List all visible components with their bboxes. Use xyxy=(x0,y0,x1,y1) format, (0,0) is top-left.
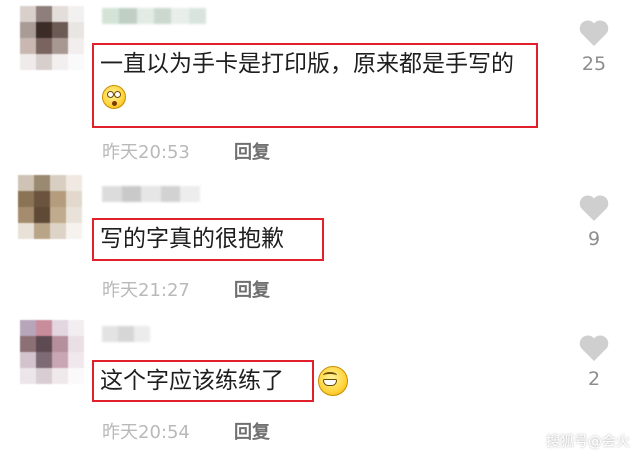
avatar-mosaic-tile xyxy=(52,38,68,54)
comment-timestamp: 昨天21:27 xyxy=(102,280,190,301)
grinning-face-emoji-icon xyxy=(318,366,348,396)
avatar-mosaic-tile xyxy=(68,22,84,38)
avatar-mosaic-tile xyxy=(36,352,52,368)
like-button[interactable]: 2 xyxy=(576,333,612,390)
comment-timestamp: 昨天20:53 xyxy=(102,142,190,163)
avatar-mosaic-tile xyxy=(66,175,82,191)
username[interactable] xyxy=(102,326,150,342)
username-mosaic-tile xyxy=(180,186,200,202)
avatar-mosaic-tile xyxy=(52,336,68,352)
avatar-mosaic-tile xyxy=(52,22,68,38)
username-mosaic-tile xyxy=(171,8,189,24)
avatar[interactable] xyxy=(20,6,84,70)
avatar-mosaic-tile xyxy=(68,54,84,70)
username-mosaic-tile xyxy=(121,186,142,202)
username-mosaic-tile xyxy=(136,8,154,24)
avatar-mosaic-tile xyxy=(18,207,34,223)
avatar-mosaic-tile xyxy=(50,175,66,191)
reply-button[interactable]: 回复 xyxy=(234,138,270,164)
avatar-mosaic-tile xyxy=(68,6,84,22)
avatar-mosaic-tile xyxy=(34,191,50,207)
avatar-mosaic-tile xyxy=(52,6,68,22)
reply-button[interactable]: 回复 xyxy=(234,418,270,444)
avatar-mosaic-tile xyxy=(68,336,84,352)
surprised-face-emoji-icon xyxy=(102,85,126,109)
heart-icon xyxy=(579,195,609,221)
avatar-mosaic-tile xyxy=(34,175,50,191)
username-mosaic-tile xyxy=(141,186,161,202)
avatar-mosaic-tile xyxy=(36,6,52,22)
avatar-mosaic-tile xyxy=(52,368,68,384)
avatar-mosaic-tile xyxy=(68,368,84,384)
username-mosaic-tile xyxy=(119,8,137,24)
username[interactable] xyxy=(102,186,200,202)
avatar-mosaic-tile xyxy=(50,223,66,239)
like-count: 25 xyxy=(581,53,607,75)
avatar[interactable] xyxy=(20,320,84,384)
username[interactable] xyxy=(102,8,206,24)
avatar-mosaic-tile xyxy=(36,38,52,54)
avatar-mosaic-tile xyxy=(34,207,50,223)
avatar-mosaic-tile xyxy=(66,207,82,223)
avatar-mosaic-tile xyxy=(18,223,34,239)
avatar-mosaic-tile xyxy=(20,352,36,368)
avatar-mosaic-tile xyxy=(20,54,36,70)
avatar-mosaic-tile xyxy=(68,352,84,368)
username-mosaic-tile xyxy=(153,8,172,24)
avatar-mosaic-tile xyxy=(36,320,52,336)
comment-text-content: 这个字应该练练了 xyxy=(100,368,284,394)
avatar-mosaic-tile xyxy=(68,320,84,336)
like-count: 2 xyxy=(587,368,601,390)
heart-icon xyxy=(579,20,609,46)
avatar-mosaic-tile xyxy=(36,336,52,352)
username-mosaic-tile xyxy=(188,8,206,24)
like-button[interactable]: 25 xyxy=(576,18,612,75)
avatar-mosaic-tile xyxy=(50,207,66,223)
avatar-mosaic-tile xyxy=(36,368,52,384)
comment-text: 这个字应该练练了 xyxy=(92,360,314,402)
avatar-mosaic-tile xyxy=(52,320,68,336)
avatar-mosaic-tile xyxy=(66,191,82,207)
avatar-mosaic-tile xyxy=(20,336,36,352)
comment-text: 一直以为手卡是打印版，原来都是手写的 xyxy=(92,43,538,128)
avatar-mosaic-tile xyxy=(20,320,36,336)
watermark: 搜狐号@会火 xyxy=(546,434,630,450)
like-count: 9 xyxy=(587,228,601,250)
reply-button[interactable]: 回复 xyxy=(234,276,270,302)
username-mosaic-tile xyxy=(134,326,150,342)
heart-icon xyxy=(579,335,609,361)
avatar-mosaic-tile xyxy=(20,22,36,38)
avatar-mosaic-tile xyxy=(20,368,36,384)
comment-timestamp: 昨天20:54 xyxy=(102,422,190,443)
username-mosaic-tile xyxy=(102,8,120,24)
avatar-mosaic-tile xyxy=(18,191,34,207)
avatar-mosaic-tile xyxy=(68,38,84,54)
username-mosaic-tile xyxy=(160,186,181,202)
avatar-mosaic-tile xyxy=(66,223,82,239)
username-mosaic-tile xyxy=(102,326,118,342)
avatar-mosaic-tile xyxy=(52,54,68,70)
avatar-mosaic-tile xyxy=(50,191,66,207)
avatar-mosaic-tile xyxy=(20,38,36,54)
avatar-mosaic-tile xyxy=(52,352,68,368)
avatar-mosaic-tile xyxy=(36,22,52,38)
avatar-mosaic-tile xyxy=(20,6,36,22)
avatar-mosaic-tile xyxy=(34,223,50,239)
username-mosaic-tile xyxy=(102,186,122,202)
username-mosaic-tile xyxy=(118,326,134,342)
like-button[interactable]: 9 xyxy=(576,193,612,250)
avatar[interactable] xyxy=(18,175,82,239)
avatar-mosaic-tile xyxy=(36,54,52,70)
comment-text: 写的字真的很抱歉 xyxy=(92,218,324,261)
avatar-mosaic-tile xyxy=(18,175,34,191)
comment-text-content: 写的字真的很抱歉 xyxy=(100,226,284,252)
comment-text-content: 一直以为手卡是打印版，原来都是手写的 xyxy=(100,51,514,77)
